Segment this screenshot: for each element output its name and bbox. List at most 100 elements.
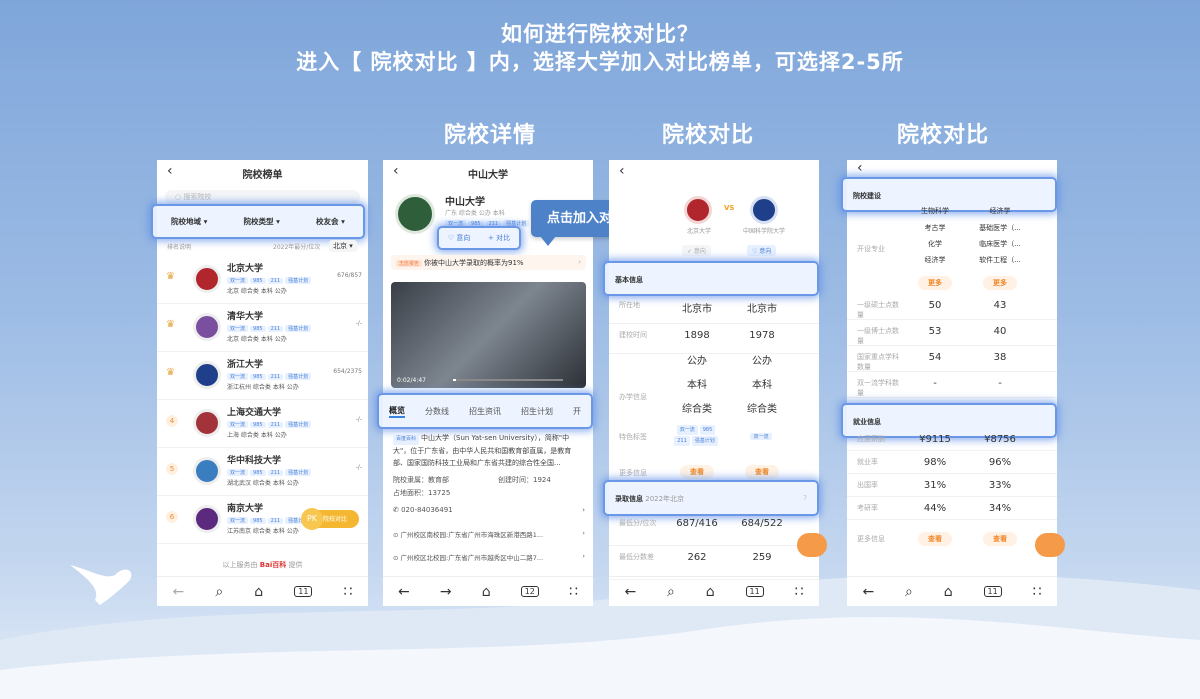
phone-row[interactable]: ✆ 020-84036491› [393, 506, 585, 514]
address-row-1[interactable]: ⊙ 广州校区南校园:广东省广州市海珠区新港西路1...› [393, 529, 585, 539]
home-icon[interactable]: ⌂ [706, 584, 715, 600]
tabs-button[interactable]: 12 [521, 586, 539, 597]
value-b: 40 [960, 326, 1040, 337]
label-compare-2: 院校对比 [843, 117, 1043, 149]
search-icon[interactable]: ⌕ [905, 584, 913, 600]
rank-badge: ♛ [166, 271, 175, 282]
menu-icon[interactable]: ∷ [344, 584, 353, 600]
tab-overview[interactable]: 概览 [389, 405, 405, 418]
report-banner[interactable]: 志愿报告你被中山大学录取的概率为91%› [391, 255, 586, 270]
back-icon[interactable]: ‹ [619, 163, 625, 179]
bird-icon [70, 565, 131, 605]
back-arrow-icon[interactable]: ← [624, 584, 636, 600]
school-logo [193, 457, 221, 485]
float-action-button[interactable] [1035, 533, 1065, 557]
home-icon[interactable]: ⌂ [944, 584, 953, 600]
video-player[interactable]: 0:02/4:47 [391, 282, 586, 388]
rank-badge: 6 [166, 511, 178, 523]
video-time: 0:02/4:47 [397, 377, 426, 384]
report-text: 你被中山大学录取的概率为91% [424, 259, 524, 267]
tabs-button[interactable]: 11 [294, 586, 312, 597]
school-list-item[interactable]: ♛北京大学双一流985211强基计划北京 综合类 本科 公办676/857 [157, 256, 368, 304]
menu-icon[interactable]: ∷ [1033, 584, 1042, 600]
home-icon[interactable]: ⌂ [482, 584, 491, 600]
action-buttons: ♡ 意向 + 对比 [437, 226, 521, 250]
back-arrow-icon[interactable]: ← [862, 584, 874, 600]
tabs-button[interactable]: 11 [746, 586, 764, 597]
intent-b-button[interactable]: ♡ 意向 [747, 245, 776, 256]
baidu-logo: Bai百科 [260, 561, 286, 569]
menu-icon[interactable]: ∷ [795, 584, 804, 600]
forward-arrow-icon[interactable]: → [440, 584, 452, 600]
region-select[interactable]: 北京 ▾ [329, 240, 357, 252]
back-arrow-icon[interactable]: ← [398, 584, 410, 600]
affiliation: 院校隶属：教育部 [393, 475, 449, 485]
school-tags: 双一流985211强基计划 [227, 467, 313, 476]
school-list-item[interactable]: 4上海交通大学双一流985211强基计划上海 综合类 本科 公办-/- [157, 400, 368, 448]
float-action-button[interactable] [797, 533, 827, 557]
school-logo [193, 313, 221, 341]
bottom-nav: ← ⌕ ⌂ 11 ∷ [847, 576, 1057, 606]
more-majors-a-button[interactable]: 更多 [918, 276, 952, 290]
home-icon[interactable]: ⌂ [254, 584, 263, 600]
run-b: 公办本科综合类 [722, 350, 802, 422]
school-name: 中山大学 [445, 193, 485, 208]
view-b-button[interactable]: 查看 [745, 465, 779, 479]
school-meta: 北京 综合类 本科 公办 [227, 286, 287, 295]
value-b: ¥8756 [960, 434, 1040, 445]
footer-note: 以上服务由 Bai百科 提供 [157, 560, 368, 570]
school-meta: 上海 综合类 本科 公办 [227, 430, 287, 439]
tab-plan[interactable]: 招生计划 [521, 406, 553, 417]
video-progress[interactable] [453, 379, 563, 381]
phone-compare-build: ‹ 院校建设 生物科学 经济学 开设专业 考古学化学经济学 基础医学（...临床… [847, 160, 1057, 606]
rank-note[interactable]: 排名说明 [167, 242, 191, 251]
area: 占地面积：13725 [393, 488, 450, 498]
rank-badge: 4 [166, 415, 178, 427]
intent-button[interactable]: ♡ 意向 [448, 233, 471, 243]
section-basic-info: 基本信息 [603, 261, 819, 296]
tabs-button[interactable]: 11 [984, 586, 1002, 597]
compare-icon: PK [301, 508, 323, 530]
intent-a-button[interactable]: ✓ 意向 [682, 245, 711, 256]
bottom-nav: ← → ⌂ 12 ∷ [383, 576, 593, 606]
address-row-2[interactable]: ⊙ 广州校区北校园:广东省广州市越秀区中山二路7...› [393, 552, 585, 562]
detail-tabs: 概览 分数线 招生资讯 招生计划 开 [377, 393, 593, 429]
phone-compare-basic: ‹ VS 北京大学 中国科学院大学 ✓ 意向 ♡ 意向 基本信息 所在地北京市北… [609, 160, 819, 606]
school-name: 浙江大学 [227, 357, 263, 370]
search-icon[interactable]: ⌕ [667, 584, 675, 600]
screen-title: 中山大学 [383, 166, 593, 181]
tab-more[interactable]: 开 [573, 406, 581, 417]
search-icon[interactable]: ⌕ [215, 584, 223, 600]
add-compare-button[interactable]: + 对比 [488, 233, 510, 243]
school-a-logo [684, 196, 712, 224]
filter-type[interactable]: 院校类型 ▾ [244, 216, 280, 227]
school-score: -/- [356, 464, 362, 471]
view-a-button[interactable]: 查看 [918, 532, 952, 546]
view-b-button[interactable]: 查看 [983, 532, 1017, 546]
back-icon[interactable]: ‹ [857, 160, 863, 176]
value-b: 1978 [722, 330, 802, 341]
filter-region[interactable]: 院校地域 ▾ [171, 216, 207, 227]
search-input[interactable]: ○ 搜索院校 [165, 190, 360, 204]
menu-icon[interactable]: ∷ [569, 584, 578, 600]
feature-b: 双一流 [722, 430, 802, 441]
school-a-name: 北京大学 [664, 226, 734, 235]
filter-alumni[interactable]: 校友会 ▾ [316, 216, 345, 227]
more-majors-b-button[interactable]: 更多 [983, 276, 1017, 290]
score-label: 2022年最分/位次 [273, 242, 320, 251]
value-b: 259 [722, 552, 802, 563]
compare-float-button[interactable]: PK院校对比 [303, 510, 359, 528]
value-b: 38 [960, 352, 1040, 363]
view-a-button[interactable]: 查看 [680, 465, 714, 479]
value-b: 684/522 [722, 518, 802, 529]
back-arrow-icon[interactable]: ← [173, 584, 185, 600]
phone-ranking: ‹ 院校榜单 ○ 搜索院校 院校地域 ▾ 院校类型 ▾ 校友会 ▾ 排名说明 2… [157, 160, 368, 606]
school-name: 华中科技大学 [227, 453, 281, 466]
school-list-item[interactable]: ♛浙江大学双一流985211强基计划浙江杭州 综合类 本科 公办654/2375 [157, 352, 368, 400]
tab-scores[interactable]: 分数线 [425, 406, 449, 417]
school-list-item[interactable]: 5华中科技大学双一流985211强基计划湖北武汉 综合类 本科 公办-/- [157, 448, 368, 496]
school-list-item[interactable]: ♛清华大学双一流985211强基计划北京 综合类 本科 公办-/- [157, 304, 368, 352]
school-meta: 江苏南京 综合类 本科 公办 [227, 526, 299, 535]
tab-news[interactable]: 招生资讯 [469, 406, 501, 417]
search-placeholder: 搜索院校 [183, 193, 211, 201]
